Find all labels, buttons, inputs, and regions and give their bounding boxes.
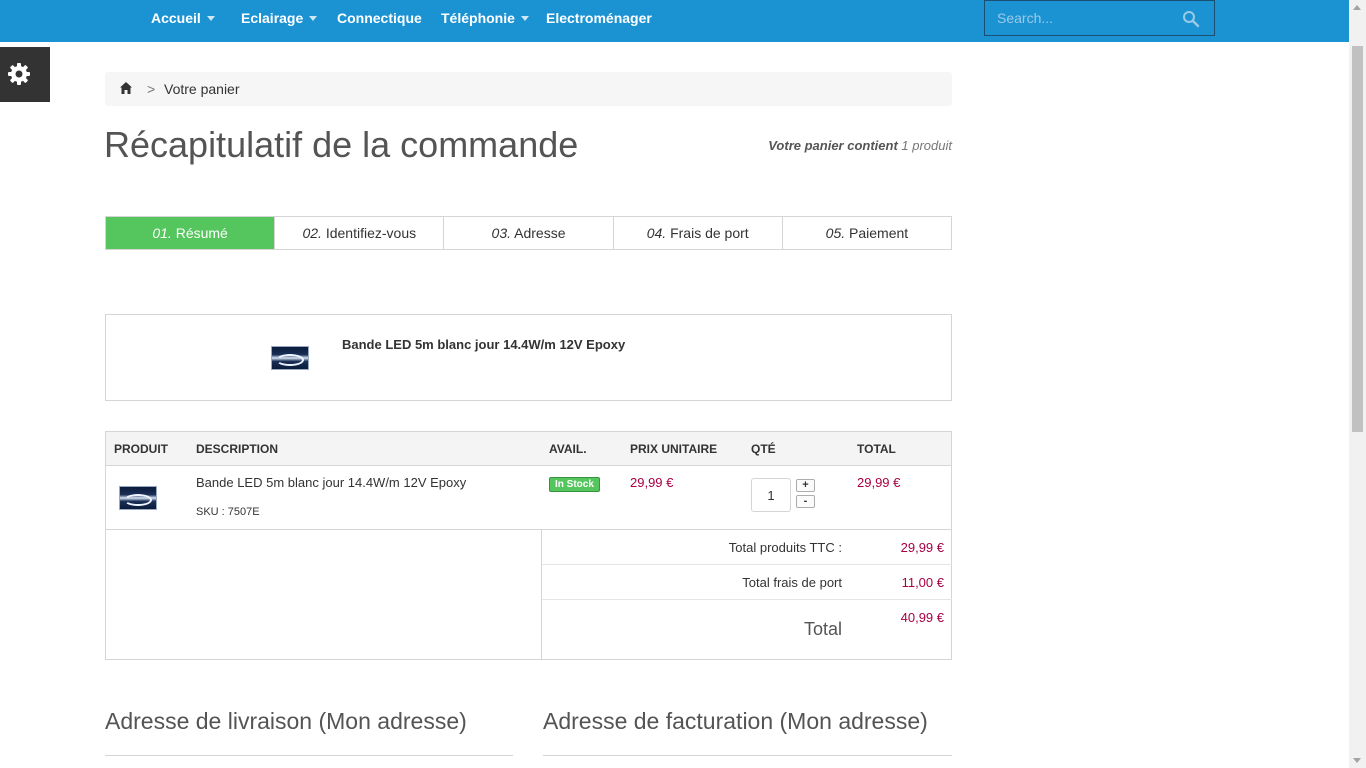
total-shipping-value: 11,00 € (901, 575, 944, 590)
divider (543, 755, 952, 756)
step-label: Identifiez-vous (325, 225, 417, 241)
row-total: 29,99 € (857, 475, 901, 490)
nav-item-label: Téléphonie (441, 10, 515, 26)
step-number: 01. (152, 225, 172, 241)
total-products-value: 29,99 € (900, 540, 944, 555)
billing-address-title: Adresse de facturation (Mon adresse) (543, 708, 928, 734)
column-header-quantity: Qté (751, 442, 776, 456)
step-payment[interactable]: 05. Paiement (781, 217, 952, 249)
caret-down-icon (309, 16, 318, 21)
nav-item-label: Electroménager (546, 10, 652, 26)
column-header-product: Produit (114, 442, 168, 456)
search-box (984, 0, 1215, 36)
grand-total-row: Total 40,99 € (542, 600, 952, 658)
scrollbar-thumb[interactable] (1352, 46, 1363, 432)
total-shipping-row: Total frais de port 11,00 € (542, 565, 952, 600)
quantity-decrease-button[interactable]: - (796, 495, 815, 508)
column-header-availability: Avail. (549, 442, 587, 456)
breadcrumb-separator: > (147, 81, 156, 97)
step-address[interactable]: 03. Adresse (443, 217, 613, 249)
checkout-steps: 01. Résumé 02. Identifiez-vous 03. Adres… (105, 216, 952, 250)
column-header-total: Total (857, 442, 896, 456)
product-name-link[interactable]: Bande LED 5m blanc jour 14.4W/m 12V Epox… (196, 475, 466, 490)
total-shipping-label: Total frais de port (742, 575, 842, 590)
product-highlight-box: Bande LED 5m blanc jour 14.4W/m 12V Epox… (105, 314, 952, 401)
step-label: Résumé (175, 225, 228, 241)
grand-total-value: 40,99 € (900, 610, 944, 625)
step-shipping[interactable]: 04. Frais de port (612, 217, 782, 249)
product-image[interactable] (119, 486, 157, 510)
breadcrumb-current: Votre panier (164, 81, 240, 97)
cart-count-value: 1 produit (901, 138, 952, 153)
product-name[interactable]: Bande LED 5m blanc jour 14.4W/m 12V Epox… (342, 337, 625, 352)
magnifier-icon[interactable] (1182, 10, 1200, 28)
step-number: 02. (302, 225, 322, 241)
scroll-down-arrow-icon[interactable] (1353, 758, 1361, 763)
nav-item-connectique[interactable]: Connectique (337, 0, 422, 42)
nav-item-telephonie[interactable]: Téléphonie (441, 0, 529, 42)
product-thumbnail[interactable] (271, 346, 309, 370)
divider (105, 755, 513, 756)
step-number: 04. (646, 225, 667, 241)
step-login[interactable]: 02. Identifiez-vous (274, 217, 444, 249)
total-products-row: Total produits TTC : 29,99 € (542, 530, 952, 565)
quantity-increase-button[interactable]: + (796, 479, 815, 492)
cart-count-summary: Votre panier contient 1 produit (768, 138, 952, 153)
step-number: 03. (491, 225, 511, 241)
nav-item-eclairage[interactable]: Eclairage (241, 0, 318, 42)
grand-total-label: Total (803, 619, 842, 639)
product-sku: SKU : 7507E (196, 506, 260, 518)
quantity-input[interactable] (751, 478, 791, 512)
cart-table: Produit Description Avail. Prix unitaire… (105, 431, 952, 660)
step-label: Frais de port (670, 225, 749, 241)
nav-item-electromenager[interactable]: Electroménager (546, 0, 652, 42)
search-input[interactable] (985, 1, 1175, 35)
totals-empty-cell (106, 530, 542, 659)
column-header-description: Description (196, 442, 279, 456)
nav-item-label: Connectique (337, 10, 422, 26)
step-number: 05. (825, 225, 846, 241)
nav-item-accueil[interactable]: Accueil (151, 0, 215, 42)
cart-table-header: Produit Description Avail. Prix unitaire… (106, 432, 951, 466)
cart-totals: Total produits TTC : 29,99 € Total frais… (106, 530, 952, 659)
step-summary[interactable]: 01. Résumé (106, 217, 275, 249)
step-label: Adresse (514, 225, 566, 241)
nav-item-label: Accueil (151, 10, 201, 26)
stock-badge: In Stock (549, 477, 600, 492)
total-products-label: Total produits TTC : (728, 540, 842, 555)
page-title: Récapitulatif de la commande (104, 124, 579, 165)
column-header-unit-price: Prix unitaire (630, 442, 718, 456)
unit-price: 29,99 € (630, 475, 674, 490)
delivery-address-title: Adresse de livraison (Mon adresse) (105, 708, 467, 734)
home-icon[interactable] (119, 81, 133, 95)
gear-icon (8, 63, 30, 85)
nav-item-label: Eclairage (241, 10, 304, 26)
step-label: Paiement (849, 225, 909, 241)
cart-count-label: Votre panier contient (768, 138, 898, 153)
caret-down-icon (520, 16, 529, 21)
scroll-up-arrow-icon[interactable] (1353, 5, 1361, 10)
table-row: Bande LED 5m blanc jour 14.4W/m 12V Epox… (106, 466, 951, 530)
breadcrumb: > Votre panier (105, 72, 952, 106)
settings-toggle[interactable] (0, 47, 50, 102)
caret-down-icon (206, 16, 215, 21)
top-navigation-bar: Accueil Eclairage Connectique Téléphonie… (0, 0, 1349, 42)
page-scrollbar[interactable] (1349, 0, 1366, 768)
